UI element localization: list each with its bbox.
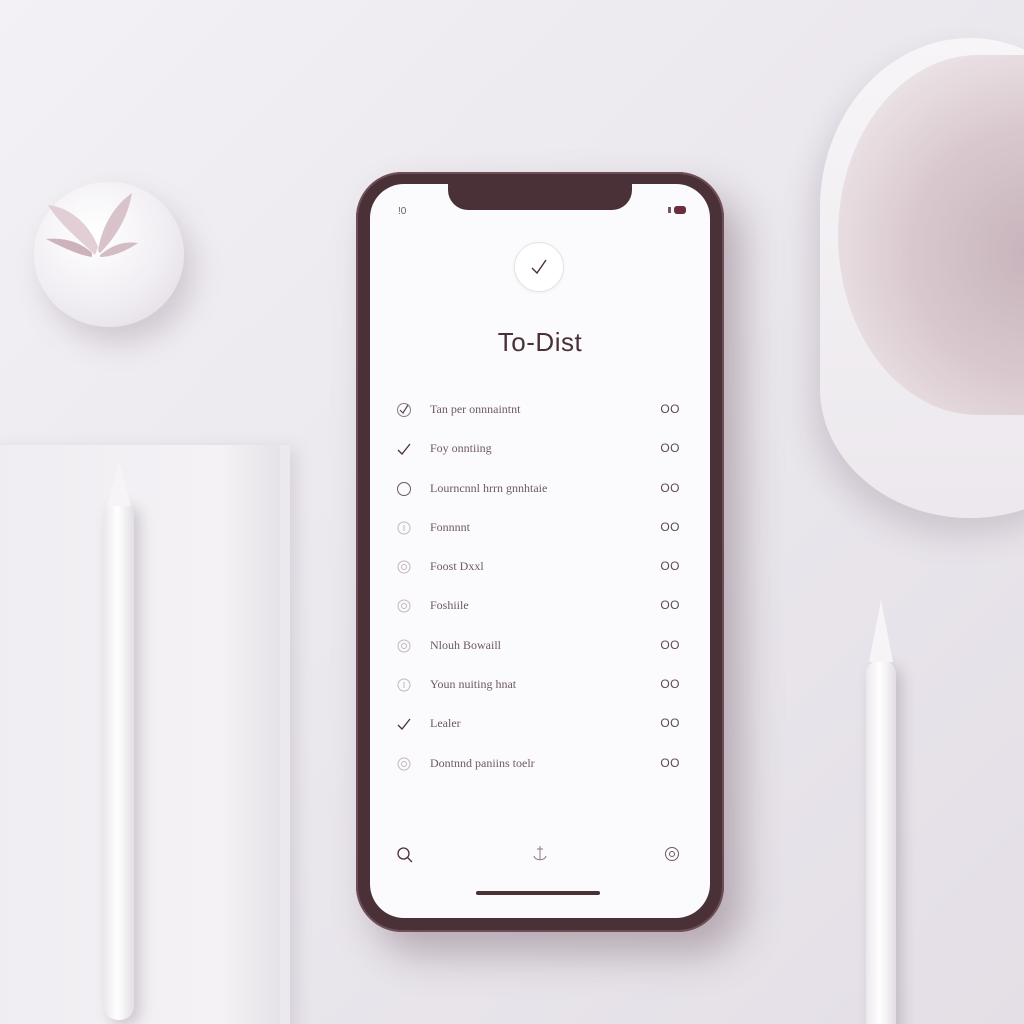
circle-icon[interactable] [396,481,412,497]
task-value: OO [660,519,680,534]
phone-screen: !0 To-Dist Tan per onnnaintnt OO Foy onn… [370,184,710,918]
battery-icon [668,206,686,214]
list-item[interactable]: Foost Dxxl OO [370,555,710,594]
task-value: OO [660,716,680,731]
anchor-icon[interactable] [530,844,550,864]
pencil-left-tip [107,462,131,506]
task-label: Tan per onnnaintnt [430,402,521,416]
settings-icon[interactable] [664,846,680,862]
task-value: OO [660,441,680,456]
task-value: OO [660,559,680,574]
pencil-right-tip [869,600,893,662]
notebook [0,445,290,1024]
task-label: Youn nuiting hnat [430,677,517,692]
check-icon[interactable] [396,716,412,732]
task-label: Dontnnd paniins toelr [430,755,535,770]
list-item[interactable]: Youn nuiting hnat OO [370,673,710,712]
page-title: To-Dist [497,327,583,357]
circle-icon[interactable] [396,638,412,654]
list-item[interactable]: Nlouh Bowaill OO [370,634,710,673]
task-value: OO [660,755,680,770]
checked-circle-icon[interactable] [396,402,412,418]
status-indicator: !0 [398,206,407,217]
circle-icon[interactable] [396,677,412,693]
task-value: OO [660,637,680,652]
pencil-left [104,500,134,1020]
task-label: Nlouh Bowaill [430,637,501,652]
task-value: OO [660,677,680,692]
task-value: OO [660,402,680,416]
pencil-right [866,660,896,1024]
task-label: Foshiile [430,598,469,613]
phone: !0 To-Dist Tan per onnnaintnt OO Foy onn… [356,172,724,932]
list-item[interactable]: Foshiile OO [370,594,710,633]
check-icon[interactable] [396,441,412,457]
desk-scene: !0 To-Dist Tan per onnnaintnt OO Foy onn… [0,0,1024,1024]
task-label: Fonnnnt [430,519,471,534]
list-item[interactable]: Fonnnnt OO [370,516,710,555]
phone-notch [448,184,632,210]
task-label: Lealer [430,716,461,731]
list-item[interactable]: Foy onntiing OO [370,437,710,476]
home-indicator[interactable] [476,891,600,895]
task-label: Foy onntiing [430,441,492,456]
list-item[interactable]: Tan per onnnaintnt OO [370,398,710,437]
list-item[interactable]: Lealer OO [370,712,710,751]
circle-icon[interactable] [396,520,412,536]
task-label: Foost Dxxl [430,559,484,574]
circle-icon[interactable] [396,559,412,575]
task-value: OO [660,480,680,495]
list-item[interactable]: Dontnnd paniins toelr OO [370,752,710,791]
task-value: OO [660,598,680,613]
app-logo-check-icon [514,242,564,292]
plant-icon [46,193,138,257]
circle-icon[interactable] [396,598,412,614]
circle-icon[interactable] [396,756,412,772]
list-item[interactable]: Lourncnnl hrrn gnnhtaie OO [370,477,710,516]
task-label: Lourncnnl hrrn gnnhtaie [430,480,548,495]
search-icon[interactable] [396,846,414,864]
task-list: Tan per onnnaintnt OO Foy onntiing OO Lo… [370,398,710,791]
